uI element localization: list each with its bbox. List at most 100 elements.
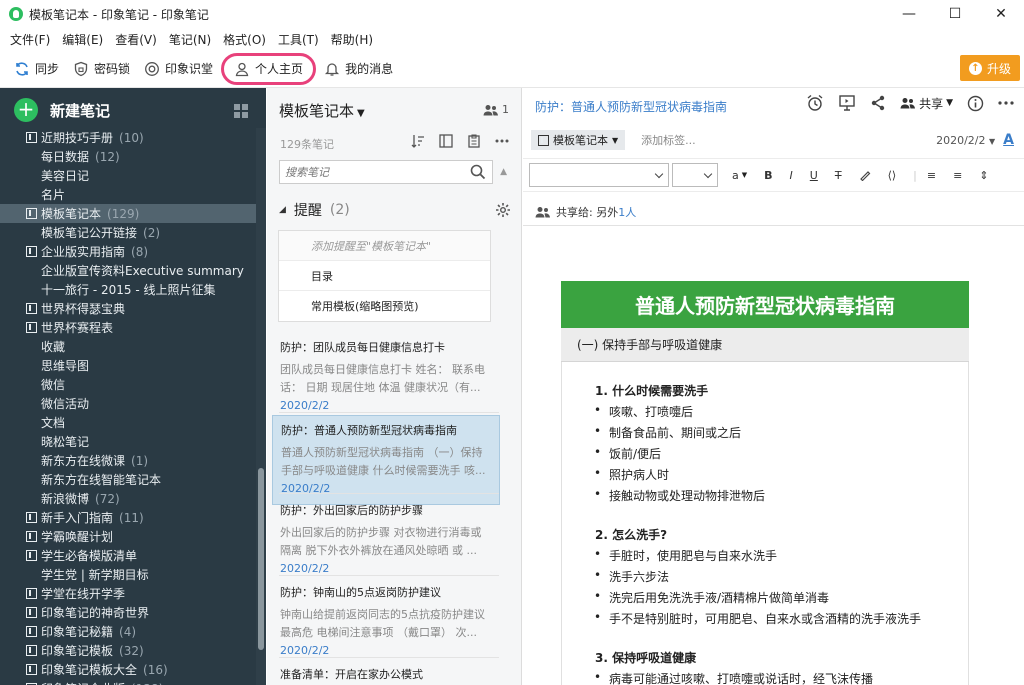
sidebar-scroll-thumb[interactable]	[258, 468, 264, 650]
sidebar-sub-item[interactable]: 新东方在线智能笔记本	[0, 470, 256, 489]
sidebar-notebook-item[interactable]: 印象笔记企业版 (138)	[0, 679, 256, 685]
note-title-link[interactable]: 防护：普通人预防新型冠状病毒指南	[535, 98, 727, 115]
sidebar-notebook-item[interactable]: 新手入门指南 (11)	[0, 508, 256, 527]
highlighter-icon[interactable]	[859, 169, 871, 181]
sidebar-sub-item[interactable]: 文档	[0, 413, 256, 432]
sidebar-notebook-item[interactable]: 印象笔记秘籍 (4)	[0, 622, 256, 641]
add-reminder-row[interactable]: 添加提醒至"模板笔记本"	[279, 231, 490, 261]
sidebar-notebook-item[interactable]: 世界杯得瑟宝典	[0, 299, 256, 318]
note-card[interactable]: 防护：普通人预防新型冠状病毒指南 普通人预防新型冠状病毒指南 （一）保持手部与呼吸…	[272, 415, 500, 505]
sidebar-item-label: 近期技巧手册	[41, 131, 114, 145]
note-card[interactable]: 准备清单：开启在家办公模式	[272, 660, 500, 685]
notebook-shared-indicator[interactable]: 1	[483, 103, 509, 116]
sidebar-scrollbar[interactable]	[256, 128, 266, 685]
sort-icon[interactable]	[411, 134, 425, 148]
more-icon[interactable]	[998, 101, 1014, 105]
font-color-button[interactable]: a	[732, 169, 739, 182]
numbered-list-button[interactable]: ≡	[953, 169, 962, 182]
doc-bullet-item: 病毒可能通过咳嗽、打喷嚏或说话时，经飞沫传播	[594, 670, 873, 685]
collapse-up-icon[interactable]: ▲	[500, 167, 507, 177]
code-block-button[interactable]: ⟨⟩	[888, 169, 897, 182]
font-family-select[interactable]	[529, 163, 669, 187]
shared-with-link[interactable]: 1人	[618, 204, 636, 220]
note-card[interactable]: 防护：团队成员每日健康信息打卡 团队成员每日健康信息打卡 姓名： 联系电话： 日期…	[272, 333, 500, 421]
note-date-selector[interactable]: 2020/2/2 ▼	[936, 134, 995, 147]
notebook-selector[interactable]: 模板笔记本 ▼	[531, 130, 626, 150]
sidebar-notebook-item[interactable]: 印象笔记的神奇世界	[0, 603, 256, 622]
sidebar-sub-item[interactable]: 思维导图	[0, 356, 256, 375]
menu-note[interactable]: 笔记(N)	[163, 31, 217, 48]
minimize-button[interactable]: —	[886, 0, 932, 28]
menu-file[interactable]: 文件(F)	[4, 31, 56, 48]
more-format-button[interactable]: ⇕	[979, 169, 988, 182]
menu-view[interactable]: 查看(V)	[109, 31, 163, 48]
sidebar-notebook-item[interactable]: 企业版实用指南 (8)	[0, 242, 256, 261]
profile-button[interactable]: 个人主页	[221, 52, 317, 85]
reminder-item[interactable]: 目录	[279, 261, 490, 291]
notebook-title-dropdown[interactable]: 模板笔记本 ▼	[279, 100, 365, 121]
share-button[interactable]: 共享 ▼	[900, 95, 953, 112]
info-icon[interactable]	[967, 95, 984, 112]
sidebar-notebook-item[interactable]: 印象笔记模板 (32)	[0, 641, 256, 660]
sidebar-sub-item[interactable]: 微信	[0, 375, 256, 394]
font-size-select[interactable]	[672, 163, 718, 187]
sidebar-notebook-item[interactable]: 近期技巧手册 (10)	[0, 128, 256, 147]
sidebar-item-label: 印象笔记的神奇世界	[41, 606, 150, 620]
add-tag-field[interactable]: 添加标签...	[641, 132, 696, 148]
sidebar-sub-item[interactable]: 晓松笔记	[0, 432, 256, 451]
new-note-label: 新建笔记	[50, 101, 111, 120]
sidebar-sub-item[interactable]: 名片	[0, 185, 256, 204]
italic-button[interactable]: I	[790, 169, 793, 182]
sidebar-notebook-item[interactable]: 学堂在线开学季	[0, 584, 256, 603]
sidebar-notebook-item[interactable]: 学生必备模版清单	[0, 546, 256, 565]
sidebar-sub-item[interactable]: 模板笔记公开链接 (2)	[0, 223, 256, 242]
note-card[interactable]: 防护：外出回家后的防护步骤 外出回家后的防护步骤 对衣物进行消毒或隔离 脱下外衣外…	[272, 496, 500, 584]
knowledge-hall-button[interactable]: 印象识堂	[138, 54, 219, 84]
sidebar-sub-item[interactable]: 新东方在线微课 (1)	[0, 451, 256, 470]
more-icon[interactable]	[495, 139, 509, 143]
menu-tools[interactable]: 工具(T)	[272, 31, 325, 48]
sidebar-notebook-item[interactable]: 模板笔记本 (129)	[0, 204, 256, 223]
note-card[interactable]: 防护：钟南山的5点返岗防护建议 钟南山给提前返岗同志的5点抗疫防护建议 最高危 电…	[272, 578, 500, 666]
password-lock-button[interactable]: 密码锁	[67, 54, 136, 84]
sidebar-sub-item[interactable]: 新浪微博 (72)	[0, 489, 256, 508]
sidebar-sub-item[interactable]: 微信活动	[0, 394, 256, 413]
close-button[interactable]: ✕	[978, 0, 1024, 28]
underline-button[interactable]: U	[810, 169, 818, 182]
menu-format[interactable]: 格式(O)	[217, 31, 272, 48]
notebook-icon	[26, 303, 37, 314]
reminder-item[interactable]: 常用模板(缩略图预览)	[279, 291, 490, 321]
sync-button[interactable]: 同步	[8, 54, 65, 84]
reminders-header[interactable]: ◢ 提醒 (2)	[279, 200, 511, 220]
upgrade-button[interactable]: ↑ 升级	[960, 55, 1020, 81]
sidebar-sub-item[interactable]: 收藏	[0, 337, 256, 356]
grid-view-icon[interactable]	[234, 104, 248, 118]
sidebar-sub-item[interactable]: 每日数据 (12)	[0, 147, 256, 166]
presentation-icon[interactable]	[838, 94, 856, 112]
alarm-clock-icon[interactable]	[806, 94, 824, 112]
search-icon[interactable]	[470, 164, 486, 180]
share-nodes-icon[interactable]	[870, 95, 886, 111]
sidebar-sub-item[interactable]: 十一旅行 - 2015 - 线上照片征集	[0, 280, 256, 299]
search-input[interactable]	[285, 165, 465, 179]
bullet-list-button[interactable]: ≡	[927, 169, 936, 182]
sidebar-notebook-item[interactable]: 印象笔记模板大全 (16)	[0, 660, 256, 679]
sidebar-sub-item[interactable]: 美容日记	[0, 166, 256, 185]
caret-down-icon: ▼	[612, 135, 619, 145]
maximize-button[interactable]: ☐	[932, 0, 978, 28]
sidebar-notebook-item[interactable]: 学霸唤醒计划	[0, 527, 256, 546]
collapse-triangle-icon[interactable]: ◢	[279, 205, 286, 215]
sidebar-sub-item[interactable]: 企业版宣传资料Executive summary	[0, 261, 256, 280]
messages-button[interactable]: 我的消息	[318, 54, 399, 84]
font-settings-icon[interactable]: A	[1003, 132, 1014, 148]
gear-icon[interactable]	[495, 202, 511, 218]
sidebar-notebook-item[interactable]: 世界杯赛程表	[0, 318, 256, 337]
strikethrough-button[interactable]: T	[835, 169, 842, 182]
view-mode-icon[interactable]	[439, 134, 453, 148]
sidebar-sub-item[interactable]: 学生党 | 新学期目标	[0, 565, 256, 584]
shortcut-icon[interactable]	[467, 134, 481, 148]
new-note-button[interactable]: + 新建笔记	[0, 88, 266, 132]
menu-edit[interactable]: 编辑(E)	[56, 31, 109, 48]
bold-button[interactable]: B	[764, 169, 772, 182]
menu-help[interactable]: 帮助(H)	[325, 31, 379, 48]
